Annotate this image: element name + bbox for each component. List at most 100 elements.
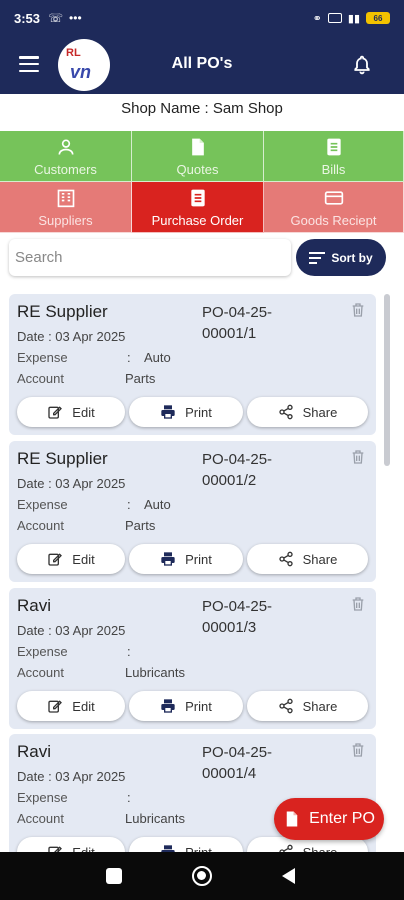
trash-icon[interactable]: [350, 595, 366, 613]
expense-label: Expense: [17, 350, 68, 365]
po-date: Date : 03 Apr 2025: [17, 769, 126, 784]
edit-icon: [48, 406, 63, 419]
trash-icon[interactable]: [350, 741, 366, 759]
notification-icons: ☏ •••: [48, 11, 82, 25]
share-icon: [278, 551, 293, 567]
account-colon: :: [127, 790, 131, 805]
back-icon[interactable]: [282, 868, 295, 884]
category-label: Purchase Order: [151, 213, 244, 228]
list-document-icon: [326, 138, 341, 156]
printer-icon: [161, 845, 175, 852]
category-suppliers[interactable]: Suppliers: [0, 182, 132, 233]
logo-text-bottom: vn: [70, 62, 92, 82]
account-colon: :: [127, 644, 131, 659]
expense-label: Expense: [17, 790, 68, 805]
edit-icon: [48, 846, 63, 852]
scrollbar-thumb[interactable]: [384, 294, 390, 466]
print-button[interactable]: Print: [129, 837, 243, 852]
po-date: Date : 03 Apr 2025: [17, 476, 126, 491]
system-nav-bar: [0, 852, 404, 900]
edit-icon: [48, 700, 63, 713]
search-input[interactable]: [9, 239, 291, 276]
category-goods-receipt[interactable]: Goods Reciept: [264, 182, 404, 233]
edit-button[interactable]: Edit: [17, 691, 125, 721]
edit-icon: [48, 553, 63, 566]
enter-po-label: Enter PO: [309, 810, 375, 827]
print-button[interactable]: Print: [129, 397, 243, 427]
whatsapp-icon: ☏: [48, 11, 64, 25]
expense-account-value: Parts: [125, 518, 156, 533]
recents-icon[interactable]: [106, 868, 122, 884]
account-label: Account: [17, 518, 64, 533]
po-card[interactable]: Ravi Date : 03 Apr 2025 PO-04-25- 00001/3…: [9, 588, 376, 729]
edit-button[interactable]: Edit: [17, 837, 125, 852]
expense-label: Expense: [17, 497, 68, 512]
logo-text-top: RL: [66, 47, 81, 59]
battery-icon: 66: [366, 12, 390, 24]
po-date: Date : 03 Apr 2025: [17, 623, 126, 638]
expense-account-value: Auto: [144, 497, 171, 512]
po-card[interactable]: RE Supplier Date : 03 Apr 2025 PO-04-25-…: [9, 294, 376, 435]
card-icon: [324, 191, 343, 205]
account-label: Account: [17, 371, 64, 386]
po-date: Date : 03 Apr 2025: [17, 329, 126, 344]
shop-name: Shop Name : Sam Shop: [121, 100, 283, 117]
category-grid: Customers Quotes Bills Suppliers Purchas…: [0, 131, 404, 233]
document-icon: [286, 811, 298, 827]
status-time: 3:53: [14, 10, 41, 26]
supplier-name: RE Supplier: [17, 302, 108, 321]
share-button[interactable]: Share: [247, 544, 368, 574]
expense-account-value: Parts: [125, 371, 156, 386]
printer-icon: [161, 699, 175, 713]
system-icons: ⚭ ▮▮ 66: [313, 12, 390, 25]
printer-icon: [161, 552, 175, 566]
person-icon: [58, 139, 73, 155]
trash-icon[interactable]: [350, 448, 366, 466]
share-icon: [278, 404, 293, 420]
category-label: Goods Reciept: [290, 213, 377, 228]
account-label: Account: [17, 665, 64, 680]
trash-icon[interactable]: [350, 301, 366, 319]
share-button[interactable]: Share: [247, 691, 368, 721]
po-list[interactable]: RE Supplier Date : 03 Apr 2025 PO-04-25-…: [0, 294, 404, 852]
share-button[interactable]: Share: [247, 397, 368, 427]
expense-account-value: Lubricants: [125, 665, 185, 680]
share-icon: [278, 844, 293, 852]
print-button[interactable]: Print: [129, 691, 243, 721]
list-scrollbar[interactable]: [384, 294, 390, 852]
sort-icon: [309, 251, 326, 264]
category-customers[interactable]: Customers: [0, 131, 132, 182]
category-quotes[interactable]: Quotes: [132, 131, 264, 182]
document-icon: [191, 138, 204, 156]
sort-button[interactable]: Sort by: [296, 239, 386, 276]
enter-po-button[interactable]: Enter PO: [274, 798, 384, 840]
print-button[interactable]: Print: [129, 544, 243, 574]
home-icon[interactable]: [192, 866, 212, 886]
account-colon: :: [127, 497, 131, 512]
expense-label: Expense: [17, 644, 68, 659]
category-purchase-order[interactable]: Purchase Order: [132, 182, 264, 233]
supplier-name: Ravi: [17, 596, 52, 615]
status-bar: 3:53 ☏ ••• ⚭ ▮▮ 66: [0, 0, 404, 36]
expense-account-value: Auto: [144, 350, 171, 365]
sim-icon: [327, 13, 342, 23]
po-card[interactable]: RE Supplier Date : 03 Apr 2025 PO-04-25-…: [9, 441, 376, 582]
menu-icon[interactable]: [19, 56, 39, 73]
bell-icon[interactable]: [352, 54, 372, 76]
category-label: Suppliers: [38, 213, 93, 228]
app-logo: RL vn: [58, 39, 110, 91]
app-bar: RL vn All PO's: [0, 36, 404, 94]
more-dots-icon: •••: [69, 11, 82, 25]
category-label: Quotes: [176, 162, 219, 177]
category-bills[interactable]: Bills: [264, 131, 404, 182]
po-number: PO-04-25- 00001/3: [202, 598, 273, 636]
category-label: Customers: [34, 162, 97, 177]
edit-button[interactable]: Edit: [17, 397, 125, 427]
supplier-name: Ravi: [17, 742, 52, 761]
supplier-name: RE Supplier: [17, 449, 108, 468]
category-label: Bills: [321, 162, 346, 177]
printer-icon: [161, 405, 175, 419]
edit-button[interactable]: Edit: [17, 544, 125, 574]
po-number: PO-04-25- 00001/2: [202, 451, 273, 489]
po-number: PO-04-25- 00001/4: [202, 744, 273, 782]
